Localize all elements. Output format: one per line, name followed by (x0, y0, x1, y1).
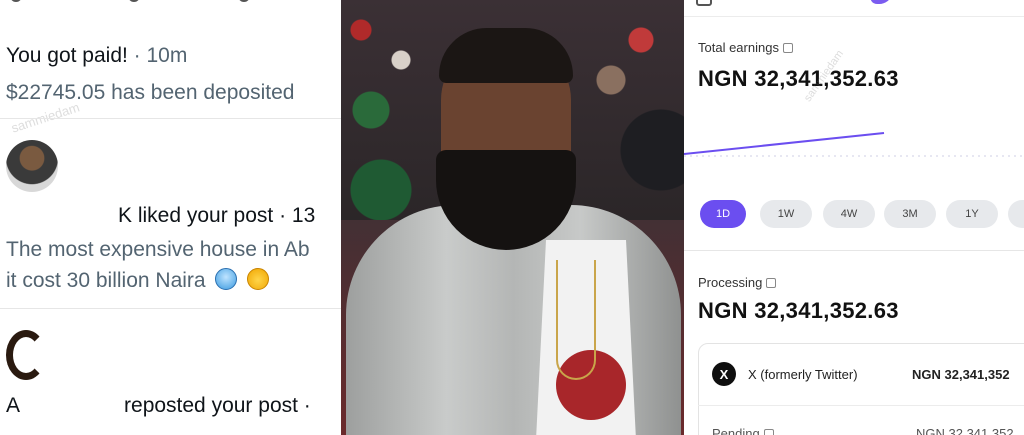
avatar[interactable] (6, 140, 58, 192)
hair (439, 28, 573, 83)
paid-time: · 10m (127, 44, 188, 67)
share-icon[interactable] (128, 0, 140, 2)
range-pill-4w[interactable]: 4W (823, 200, 875, 228)
processing-label-text: Processing (698, 275, 763, 290)
range-pill-1d[interactable]: 1D (700, 200, 746, 228)
total-earnings-label: Total earnings (698, 40, 793, 55)
pending-label: Pending (712, 426, 774, 435)
total-earnings-value: NGN 32,341,352.63 (698, 66, 899, 91)
repost-notification-header[interactable]: Areposted your post · (6, 394, 311, 418)
paid-notification-body: $22745.05 has been deposited (6, 81, 295, 104)
settings-icon[interactable] (10, 0, 22, 2)
bell-icon[interactable] (238, 0, 250, 2)
earnings-source-card (698, 343, 1024, 435)
liked-post-text-line1: The most expensive house in Ab (6, 238, 310, 261)
processing-label: Processing (698, 275, 777, 290)
source-name: X (formerly Twitter) (748, 367, 858, 382)
divider (0, 308, 341, 309)
range-pill-1w[interactable]: 1W (760, 200, 812, 228)
info-icon[interactable] (763, 429, 774, 435)
pending-label-text: Pending (712, 426, 760, 435)
like-notification-header[interactable]: K liked your post · 13 (118, 204, 315, 228)
paid-notification-title[interactable]: You got paid! · 10m (6, 44, 187, 68)
divider (684, 16, 1024, 17)
pending-amount: NGN 32,341,352 (916, 426, 1014, 435)
processing-value: NGN 32,341,352.63 (698, 298, 899, 323)
liked-post-text: it cost 30 billion Naira (6, 269, 206, 292)
man-at-stadium-photo (341, 0, 684, 435)
like-action: liked your post · 13 (132, 204, 316, 227)
range-selector: 1D 1W 4W 3M 1Y (700, 200, 1024, 230)
range-pill-1y[interactable]: 1Y (946, 200, 998, 228)
x-logo-icon: X (712, 362, 736, 386)
info-icon[interactable] (782, 43, 793, 53)
source-amount: NGN 32,341,352 (912, 367, 1010, 382)
trend-line (684, 132, 885, 155)
wallet-icon[interactable] (696, 0, 712, 6)
total-earnings-label-text: Total earnings (698, 40, 779, 55)
cold-face-emoji-icon (215, 268, 238, 290)
brand-accent-icon (867, 0, 895, 4)
divider (684, 250, 1024, 251)
gold-chain (556, 260, 596, 380)
divider (0, 118, 341, 119)
earnings-panel: Total earnings NGN 32,341,352.63 sammied… (684, 0, 1024, 435)
notifications-panel: You got paid! · 10m $22745.05 has been d… (0, 0, 341, 435)
paid-title: You got paid! (6, 44, 128, 67)
avatar[interactable] (6, 330, 46, 380)
repost-action: reposted your post · (124, 394, 311, 417)
like-actor: K (118, 204, 133, 227)
info-icon[interactable] (766, 278, 777, 288)
exploding-head-emoji-icon (247, 268, 270, 290)
top-icon-row (0, 0, 341, 6)
divider (698, 405, 1024, 406)
range-pill-more[interactable] (1008, 200, 1024, 228)
liked-post-text-line2: it cost 30 billion Naira (6, 268, 270, 293)
range-pill-3m[interactable]: 3M (884, 200, 936, 228)
earnings-trend-line (684, 132, 1024, 157)
repost-actor: A (6, 394, 21, 417)
